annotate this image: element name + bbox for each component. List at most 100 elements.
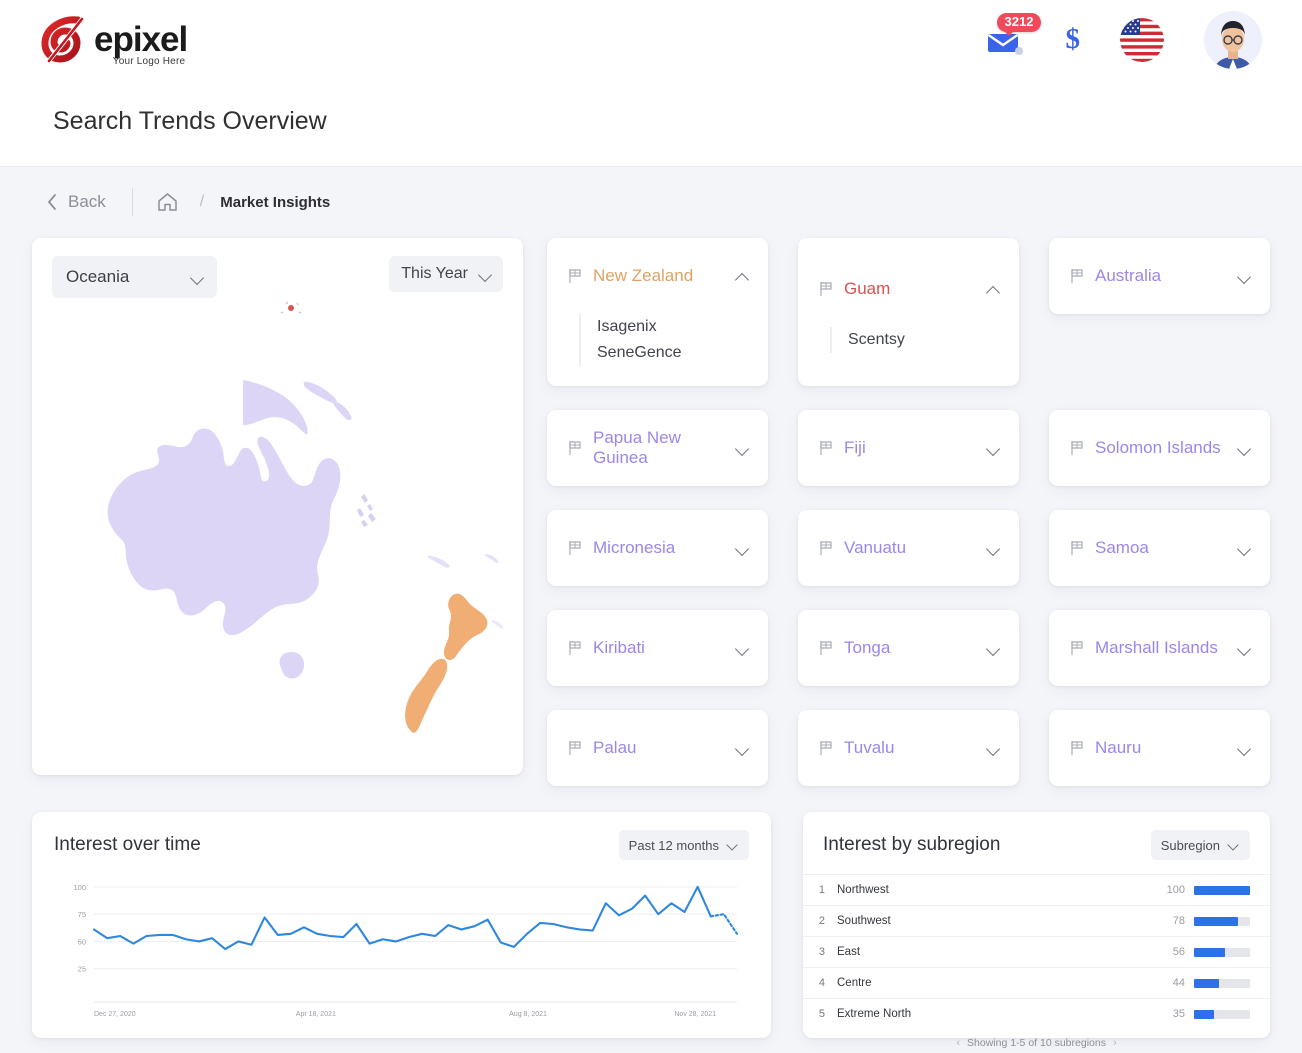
country-card[interactable]: Samoa <box>1049 510 1270 586</box>
country-card-header[interactable]: Tonga <box>798 610 1019 686</box>
country-card-header[interactable]: Nauru <box>1049 710 1270 786</box>
subregion-scope-select[interactable]: Subregion <box>1150 830 1250 860</box>
subregion-row[interactable]: 5 Extreme North 35 <box>803 998 1270 1030</box>
guam-marker[interactable] <box>288 305 294 311</box>
subregion-row[interactable]: 4 Centre 44 <box>803 967 1270 999</box>
country-card[interactable]: Nauru <box>1049 710 1270 786</box>
country-card-header[interactable]: Australia <box>1049 238 1270 314</box>
chevron-down-icon <box>480 269 491 280</box>
user-avatar[interactable] <box>1204 10 1262 69</box>
country-card[interactable]: Guam Scentsy <box>798 238 1019 386</box>
subregion-pagination-label: Showing 1-5 of 10 subregions <box>967 1036 1106 1049</box>
chevron-down-icon[interactable] <box>988 443 999 454</box>
home-icon <box>158 193 177 211</box>
country-card[interactable]: Fiji <box>798 410 1019 486</box>
country-card[interactable]: Papua New Guinea <box>547 410 768 486</box>
country-name: Marshall Islands <box>1095 638 1218 657</box>
chevron-down-icon[interactable] <box>737 443 748 454</box>
trend-line-forecast <box>709 913 739 935</box>
country-card-grid: New Zealand Isagenix SeneGence Guam Scentsy A… <box>547 238 1270 786</box>
new-zealand-north-island[interactable] <box>443 593 488 660</box>
back-button[interactable]: Back <box>46 192 132 212</box>
brand-list-item[interactable]: Isagenix <box>597 314 768 340</box>
chevron-down-icon <box>192 272 203 283</box>
region-select[interactable]: Oceania <box>52 256 217 298</box>
chevron-up-icon[interactable] <box>737 271 748 282</box>
country-card-header[interactable]: Tuvalu <box>798 710 1019 786</box>
subregion-row[interactable]: 3 East 56 <box>803 936 1270 968</box>
top-navigation-bar: epixel Your Logo Here 3212 $ <box>0 0 1302 79</box>
australia-shape[interactable] <box>107 428 341 636</box>
subregion-bar-cell <box>1194 874 1270 906</box>
chevron-up-icon[interactable] <box>988 284 999 295</box>
country-card-header[interactable]: New Zealand <box>547 238 768 314</box>
y-axis-tick: 75 <box>78 910 86 919</box>
country-card-header[interactable]: Guam <box>798 251 1019 327</box>
subregion-bar-track <box>1194 978 1250 988</box>
country-card-header[interactable]: Fiji <box>798 410 1019 486</box>
country-card[interactable]: Kiribati <box>547 610 768 686</box>
chevron-down-icon[interactable] <box>988 643 999 654</box>
country-card-header[interactable]: Solomon Islands <box>1049 410 1270 486</box>
interest-over-time-chart[interactable]: 25 50 75 100 Dec 27, 2020 Apr 18, 2021 Aug 8, … <box>54 868 749 1028</box>
oceania-map[interactable] <box>46 298 516 763</box>
breadcrumb-home-link[interactable] <box>133 192 192 212</box>
subregion-value: 35 <box>1154 998 1194 1030</box>
flag-icon <box>820 441 832 455</box>
papua-new-guinea-shape[interactable] <box>243 380 308 435</box>
country-card[interactable]: Tonga <box>798 610 1019 686</box>
chevron-down-icon[interactable] <box>737 743 748 754</box>
country-card[interactable]: Micronesia <box>547 510 768 586</box>
country-card-header[interactable]: Vanuatu <box>798 510 1019 586</box>
country-card[interactable]: Tuvalu <box>798 710 1019 786</box>
subregion-pagination: ‹ Showing 1-5 of 10 subregions › <box>803 1030 1270 1049</box>
subregion-row[interactable]: 2 Southwest 78 <box>803 905 1270 937</box>
time-range-value: This Year <box>401 265 468 282</box>
time-range-chart-value: Past 12 months <box>628 837 719 853</box>
chevron-down-icon[interactable] <box>1239 543 1250 554</box>
chevron-down-icon[interactable] <box>1239 643 1250 654</box>
us-flag-icon[interactable] <box>1120 17 1164 62</box>
country-card[interactable]: New Zealand Isagenix SeneGence <box>547 238 768 386</box>
page-title-bar: Search Trends Overview <box>0 79 1302 166</box>
map-controls: Oceania This Year <box>52 256 503 298</box>
subregion-rank: 5 <box>803 998 837 1030</box>
country-card-header[interactable]: Kiribati <box>547 610 768 686</box>
country-card-header[interactable]: Palau <box>547 710 768 786</box>
time-range-select-chart[interactable]: Past 12 months <box>618 830 749 860</box>
brand-list-item[interactable]: SeneGence <box>597 340 768 366</box>
breadcrumb-current-page: Market Insights <box>220 193 331 211</box>
chevron-down-icon[interactable] <box>1239 271 1250 282</box>
country-card[interactable]: Palau <box>547 710 768 786</box>
subregion-rank: 4 <box>803 967 837 999</box>
chevron-down-icon[interactable] <box>1239 743 1250 754</box>
avatar-icon <box>1204 10 1262 69</box>
messages-button[interactable]: 3212 <box>986 12 1042 60</box>
chevron-down-icon[interactable] <box>737 643 748 654</box>
country-card-header[interactable]: Samoa <box>1049 510 1270 586</box>
country-name: Guam <box>844 279 891 298</box>
chevron-down-icon[interactable] <box>737 543 748 554</box>
subregion-bar-fill <box>1194 885 1250 895</box>
country-card[interactable]: Australia <box>1049 238 1270 314</box>
flag-icon <box>820 641 832 655</box>
vanuatu-shape <box>357 494 376 527</box>
chevron-down-icon[interactable] <box>988 743 999 754</box>
country-card[interactable]: Vanuatu <box>798 510 1019 586</box>
chevron-down-icon[interactable] <box>1239 443 1250 454</box>
country-card-header[interactable]: Micronesia <box>547 510 768 586</box>
brand-logo[interactable]: epixel Your Logo Here <box>36 12 188 68</box>
country-card-header[interactable]: Papua New Guinea <box>547 410 768 486</box>
next-page-button[interactable]: › <box>1113 1037 1117 1049</box>
us-flag-glyph <box>1120 17 1164 62</box>
time-range-select[interactable]: This Year <box>389 256 503 292</box>
country-card-header[interactable]: Marshall Islands <box>1049 610 1270 686</box>
brand-list-item[interactable]: Scentsy <box>848 327 1019 353</box>
chevron-down-icon[interactable] <box>988 543 999 554</box>
country-card[interactable]: Solomon Islands <box>1049 410 1270 486</box>
subregion-row[interactable]: 1 Northwest 100 <box>803 874 1270 906</box>
prev-page-button[interactable]: ‹ <box>956 1037 960 1049</box>
country-card[interactable]: Marshall Islands <box>1049 610 1270 686</box>
dollar-icon[interactable]: $ <box>1066 25 1081 54</box>
new-zealand-south-island[interactable] <box>405 658 448 733</box>
